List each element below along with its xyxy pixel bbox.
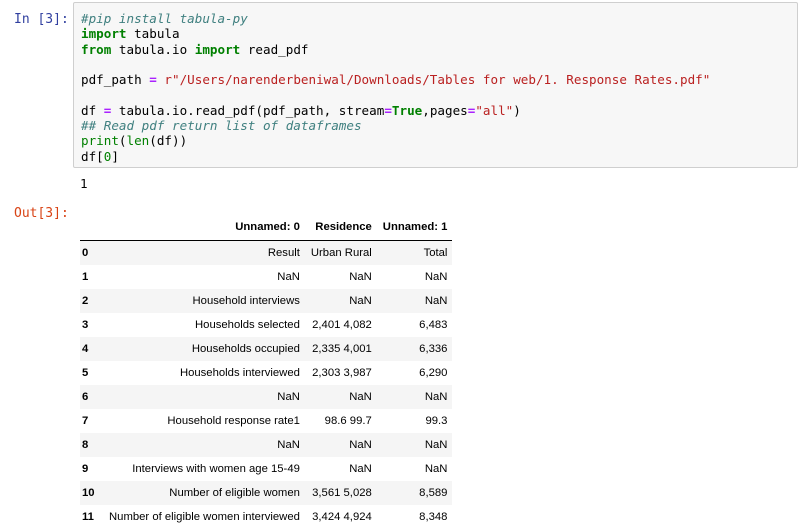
table-row: 11Number of eligible women interviewed3,… [80, 505, 452, 529]
code-token: (df)) [149, 133, 187, 148]
table-cell: Total [377, 241, 453, 266]
table-cell: NaN [377, 457, 453, 481]
row-index: 0 [80, 241, 103, 266]
code-line: pdf_path = r"/Users/narenderbeniwal/Down… [81, 71, 710, 88]
table-cell: Households selected [103, 313, 305, 337]
table-cell: 6,290 [377, 361, 453, 385]
column-header: Residence [305, 214, 377, 241]
table-cell: NaN [305, 265, 377, 289]
code-token: tabula.io [111, 42, 194, 57]
code-token: #pip install tabula-py [81, 11, 248, 26]
table-cell: NaN [377, 433, 453, 457]
table-cell: Urban Rural [305, 241, 377, 266]
table-row: 1NaNNaNNaN [80, 265, 452, 289]
code-token: import [195, 42, 241, 57]
table-cell: 98.6 99.7 [305, 409, 377, 433]
code-token: True [392, 103, 422, 118]
table-cell: 2,303 3,987 [305, 361, 377, 385]
code-token: ## Read pdf return list of dataframes [81, 118, 362, 133]
table-cell: 8,348 [377, 505, 453, 529]
table-row: 4Households occupied2,335 4,0016,336 [80, 337, 452, 361]
code-line: from tabula.io import read_pdf [81, 41, 309, 58]
table-row: 7Household response rate198.6 99.799.3 [80, 409, 452, 433]
table-row: 3Households selected2,401 4,0826,483 [80, 313, 452, 337]
table-cell: NaN [377, 289, 453, 313]
table-cell: NaN [305, 289, 377, 313]
row-index: 5 [80, 361, 103, 385]
code-line: df[0] [81, 148, 119, 165]
table-cell: 2,335 4,001 [305, 337, 377, 361]
row-index: 1 [80, 265, 103, 289]
code-token: tabula.io.read_pdf(pdf_path, stream [111, 103, 384, 118]
table-cell: 3,561 5,028 [305, 481, 377, 505]
row-index: 9 [80, 457, 103, 481]
table-row: 10Number of eligible women3,561 5,0288,5… [80, 481, 452, 505]
code-token: from [81, 42, 111, 57]
code-cell-editor[interactable]: #pip install tabula-pyimport tabulafrom … [73, 2, 798, 168]
table-cell: NaN [377, 265, 453, 289]
output-prompt: Out[3]: [14, 205, 69, 222]
code-token: ,pages [422, 103, 468, 118]
table-cell: 8,589 [377, 481, 453, 505]
table-cell: Interviews with women age 15-49 [103, 457, 305, 481]
input-prompt: In [3]: [14, 11, 69, 28]
table-row: 6NaNNaNNaN [80, 385, 452, 409]
code-token: ) [513, 103, 521, 118]
table-cell: NaN [305, 433, 377, 457]
row-index: 8 [80, 433, 103, 457]
code-token: tabula [127, 26, 180, 41]
stdout-output: 1 [80, 176, 88, 191]
table-row: 9Interviews with women age 15-49NaNNaN [80, 457, 452, 481]
code-token: import [81, 26, 127, 41]
table-cell: NaN [377, 385, 453, 409]
table-cell: Household response rate1 [103, 409, 305, 433]
table-body: 0ResultUrban RuralTotal1NaNNaNNaN2Househ… [80, 241, 452, 529]
table-cell: 99.3 [377, 409, 453, 433]
index-header [80, 214, 103, 241]
table-cell: NaN [103, 385, 305, 409]
row-index: 10 [80, 481, 103, 505]
table-cell: Number of eligible women [103, 481, 305, 505]
table-cell: NaN [103, 433, 305, 457]
table-cell: Household interviews [103, 289, 305, 313]
table-cell: Households interviewed [103, 361, 305, 385]
row-index: 7 [80, 409, 103, 433]
table-row: 2Household interviewsNaNNaN [80, 289, 452, 313]
code-token: ( [119, 133, 127, 148]
row-index: 4 [80, 337, 103, 361]
row-index: 2 [80, 289, 103, 313]
code-token: df [81, 103, 104, 118]
table-cell: 2,401 4,082 [305, 313, 377, 337]
table-cell: NaN [305, 385, 377, 409]
code-token: "all" [475, 103, 513, 118]
code-token: read_pdf [240, 42, 308, 57]
row-index: 3 [80, 313, 103, 337]
table-cell: 6,336 [377, 337, 453, 361]
code-token: = [149, 72, 157, 87]
dataframe-table: Unnamed: 0ResidenceUnnamed: 1 0ResultUrb… [80, 214, 452, 529]
table-row: 8NaNNaNNaN [80, 433, 452, 457]
table-cell: Households occupied [103, 337, 305, 361]
table-row: 0ResultUrban RuralTotal [80, 241, 452, 266]
table-cell: 6,483 [377, 313, 453, 337]
code-token: pdf_path [81, 72, 149, 87]
column-header: Unnamed: 0 [103, 214, 305, 241]
code-token: r"/Users/narenderbeniwal/Downloads/Table… [157, 72, 711, 87]
column-header: Unnamed: 1 [377, 214, 453, 241]
code-token: = [384, 103, 392, 118]
row-index: 11 [80, 505, 103, 529]
code-token: df[ [81, 149, 104, 164]
table-cell: Result [103, 241, 305, 266]
table-header-row: Unnamed: 0ResidenceUnnamed: 1 [80, 214, 452, 241]
table-cell: NaN [305, 457, 377, 481]
table-row: 5Households interviewed2,303 3,9876,290 [80, 361, 452, 385]
row-index: 6 [80, 385, 103, 409]
code-token: len [127, 133, 150, 148]
table-cell: 3,424 4,924 [305, 505, 377, 529]
table-cell: NaN [103, 265, 305, 289]
table-cell: Number of eligible women interviewed [103, 505, 305, 529]
code-token: ] [111, 149, 119, 164]
code-token: print [81, 133, 119, 148]
